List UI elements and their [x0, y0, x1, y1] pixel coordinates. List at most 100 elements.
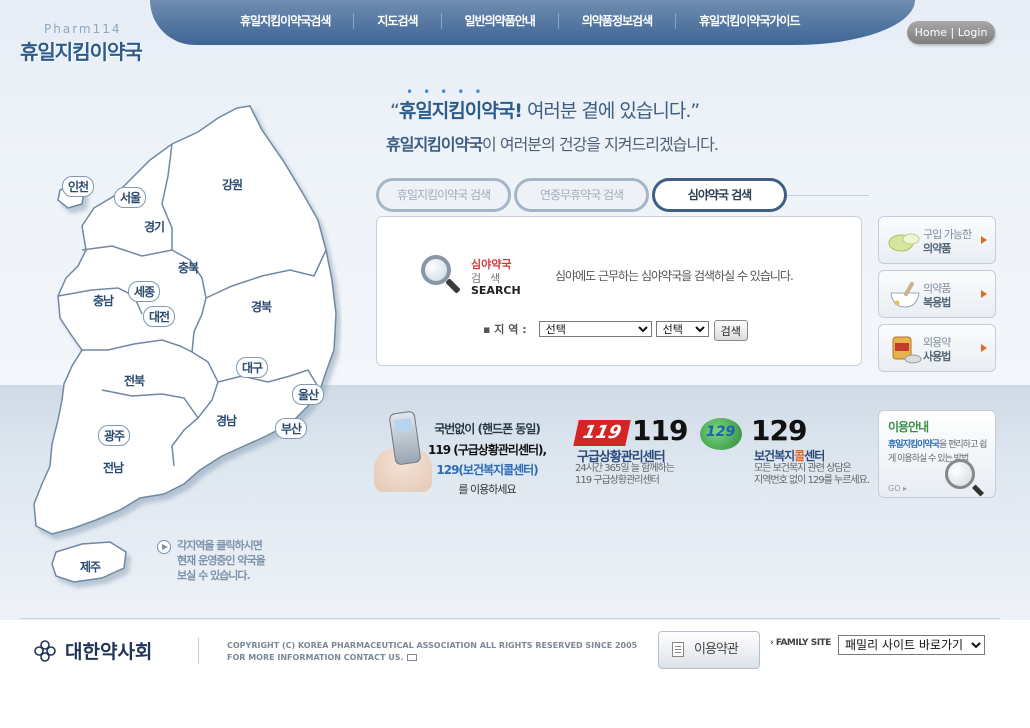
search-tabs: 휴일지킴이약국 검색 연중무휴약국 검색 심야약국 검색: [376, 178, 790, 212]
tab-holiday-search[interactable]: 휴일지킴이약국 검색: [376, 178, 511, 212]
arrow-right-icon: [981, 290, 987, 298]
terms-button[interactable]: 이용약관: [658, 631, 760, 669]
tab-underline: [783, 195, 869, 196]
guide-brand: 휴일지킴이약국: [888, 440, 940, 450]
sub-119-line2: 119 구급상황관리센터: [575, 475, 660, 486]
emergency-line3: 129(보건복지콜센터): [436, 463, 538, 477]
guide-text: 휴일지킴이약국을 편리하고 쉽게 이용하실 수 있는 방법: [888, 438, 992, 466]
headline-open-quote: “: [390, 100, 400, 122]
region-jeju[interactable]: 제주: [80, 558, 101, 575]
headline-dots: •••••: [406, 85, 492, 99]
emergency-line4: 를 이용하세요: [458, 483, 516, 496]
side-button-available-drugs[interactable]: 구입 가능한 의약품: [878, 216, 996, 264]
district-select[interactable]: 선택: [655, 321, 709, 337]
copyright-line1: COPYRIGHT (C) KOREA PHARMACEUTICAL ASSOC…: [227, 641, 638, 650]
region-row: ▪ 지 역 : 선택 선택 검색: [483, 317, 748, 341]
region-ulsan[interactable]: 울산: [292, 384, 325, 405]
arrow-right-icon: [981, 236, 987, 244]
footer-separator: [198, 638, 199, 664]
tab-yearround-search[interactable]: 연중무휴약국 검색: [514, 178, 649, 212]
side-button-dosage[interactable]: 의약품 복용법: [878, 270, 996, 318]
region-daejeon[interactable]: 대전: [143, 306, 176, 327]
map-hint-line2: 현재 운영중인 약국을: [177, 554, 266, 567]
family-site-label-text: FAMILY SITE: [775, 638, 832, 648]
headline-secondary: 휴일지킴이약국이 여러분의 건강을 지켜드리겠습니다.: [386, 131, 719, 155]
headline2-rest: 이 여러분의 건강을 지켜드리겠습니다.: [482, 135, 719, 154]
sub-129-line2: 지역번호 없이 129를 누르세요.: [754, 475, 870, 486]
kpa-logo[interactable]: 대한약사회: [33, 637, 152, 664]
logo-129: 129: [706, 424, 736, 440]
headline-brand: 휴일지킴이약국: [398, 100, 515, 122]
family-site-select[interactable]: 패밀리 사이트 바로가기: [838, 635, 985, 655]
play-icon: [157, 540, 171, 554]
number-119: 119: [632, 414, 688, 447]
contact-text: FOR MORE INFORMATION CONTACT US.: [227, 653, 404, 662]
nav-guide[interactable]: 휴일지킴이약국가이드: [675, 12, 822, 29]
nav-holiday-pharmacy-search[interactable]: 휴일지킴이약국검색: [232, 13, 353, 29]
arrow-right-icon: [981, 344, 987, 352]
region-jeonbuk[interactable]: 전북: [124, 372, 145, 389]
document-icon: [672, 642, 684, 657]
footer-divider: [20, 618, 1000, 619]
headline-rest: 여러분 곁에 있습니다.”: [526, 100, 700, 122]
region-incheon[interactable]: 인천: [62, 176, 95, 197]
magnifier-handle: [445, 278, 461, 294]
region-chungnam[interactable]: 충남: [93, 292, 114, 309]
emergency-line1: 국번없이 (핸드폰 동일): [434, 422, 541, 436]
title-129-a: 보건복지: [754, 449, 795, 463]
map-hint-text: 각지역을 클릭하시면 현재 운영중인 약국을 보실 수 있습니다.: [177, 538, 266, 583]
home-login-button[interactable]: Home | Login: [907, 21, 995, 44]
region-gyeongbuk[interactable]: 경북: [251, 298, 272, 315]
terms-label: 이용약관: [694, 642, 739, 657]
logo-english: Pharm114: [44, 22, 122, 36]
side1-line2: 의약품: [923, 242, 951, 255]
region-daegu[interactable]: 대구: [236, 357, 269, 378]
search-logo: 심야약국 검색 SEARCH: [419, 253, 521, 299]
kpa-emblem-icon: [34, 639, 56, 662]
logo-korean: 휴일지킴이약국: [20, 40, 143, 64]
region-jeonnam[interactable]: 전남: [103, 459, 124, 476]
map-hint-line1: 각지역을 클릭하시면: [177, 539, 263, 552]
guide-go-label: GO: [888, 484, 901, 493]
nav-drug-info-search[interactable]: 의약품정보검색: [557, 12, 675, 29]
region-field-label-text: 지 역 :: [494, 323, 527, 336]
search-logo-eng: SEARCH: [471, 284, 521, 297]
region-gangwon[interactable]: 강원: [222, 176, 243, 193]
province-select[interactable]: 선택: [538, 321, 652, 337]
kpa-name: 대한약사회: [65, 641, 153, 663]
guide-go[interactable]: GO ▸: [888, 484, 907, 493]
map-hint: 각지역을 클릭하시면 현재 운영중인 약국을 보실 수 있습니다.: [157, 538, 266, 583]
magnifier-handle: [971, 484, 985, 497]
sub-129-line1: 모든 보건복지 관련 상담은: [754, 463, 852, 474]
emergency-notice: 국번없이 (핸드폰 동일) 119 (구급상황관리센터), 129(보건복지콜센…: [428, 420, 547, 497]
usage-guide-box[interactable]: 이용안내 휴일지킴이약국을 편리하고 쉽게 이용하실 수 있는 방법 GO ▸: [878, 410, 996, 498]
site-logo[interactable]: Pharm114 휴일지킴이약국: [20, 22, 143, 65]
side-button-external-use[interactable]: 외용약 사용법: [878, 324, 996, 372]
headline-primary: “휴일지킴이약국! 여러분 곁에 있습니다.”: [390, 96, 700, 123]
region-gwangju[interactable]: 광주: [98, 425, 131, 446]
nav-map-search[interactable]: 지도검색: [353, 12, 440, 29]
copyright: COPYRIGHT (C) KOREA PHARMACEUTICAL ASSOC…: [227, 640, 637, 664]
emergency-line2: 119 (구급상황관리센터),: [428, 443, 547, 457]
search-description: 심야에도 근무하는 심야약국을 검색하실 수 있습니다.: [555, 269, 794, 283]
region-chungbuk[interactable]: 충북: [178, 259, 199, 276]
sub-119: 24시간 365일 늘 함께하는 119 구급상황관리센터: [575, 463, 675, 487]
korea-map: 인천 서울 강원 경기 충북 충남 세종 대전 경북 대구 전북 울산 경남 광…: [22, 100, 342, 595]
sub-119-line1: 24시간 365일 늘 함께하는: [575, 463, 675, 474]
region-seoul[interactable]: 서울: [114, 187, 147, 208]
title-129: 보건복지콜센터: [754, 447, 825, 464]
search-button[interactable]: 검색: [713, 320, 748, 341]
side3-line2: 사용법: [923, 350, 951, 363]
mail-icon[interactable]: [406, 654, 417, 661]
guide-title: 이용안내: [888, 420, 929, 434]
region-gyeongnam[interactable]: 경남: [216, 412, 237, 429]
tab-night-search[interactable]: 심야약국 검색: [652, 178, 787, 212]
region-sejong[interactable]: 세종: [128, 281, 161, 302]
region-gyeonggi[interactable]: 경기: [144, 218, 165, 235]
ointment-icon: [892, 336, 922, 364]
region-field-label: ▪ 지 역 :: [483, 323, 527, 336]
side2-line2: 복용법: [923, 296, 951, 309]
region-busan[interactable]: 부산: [275, 418, 308, 439]
title-129-c: 센터: [804, 449, 825, 463]
nav-otc-drug-info[interactable]: 일반의약품안내: [440, 12, 558, 29]
